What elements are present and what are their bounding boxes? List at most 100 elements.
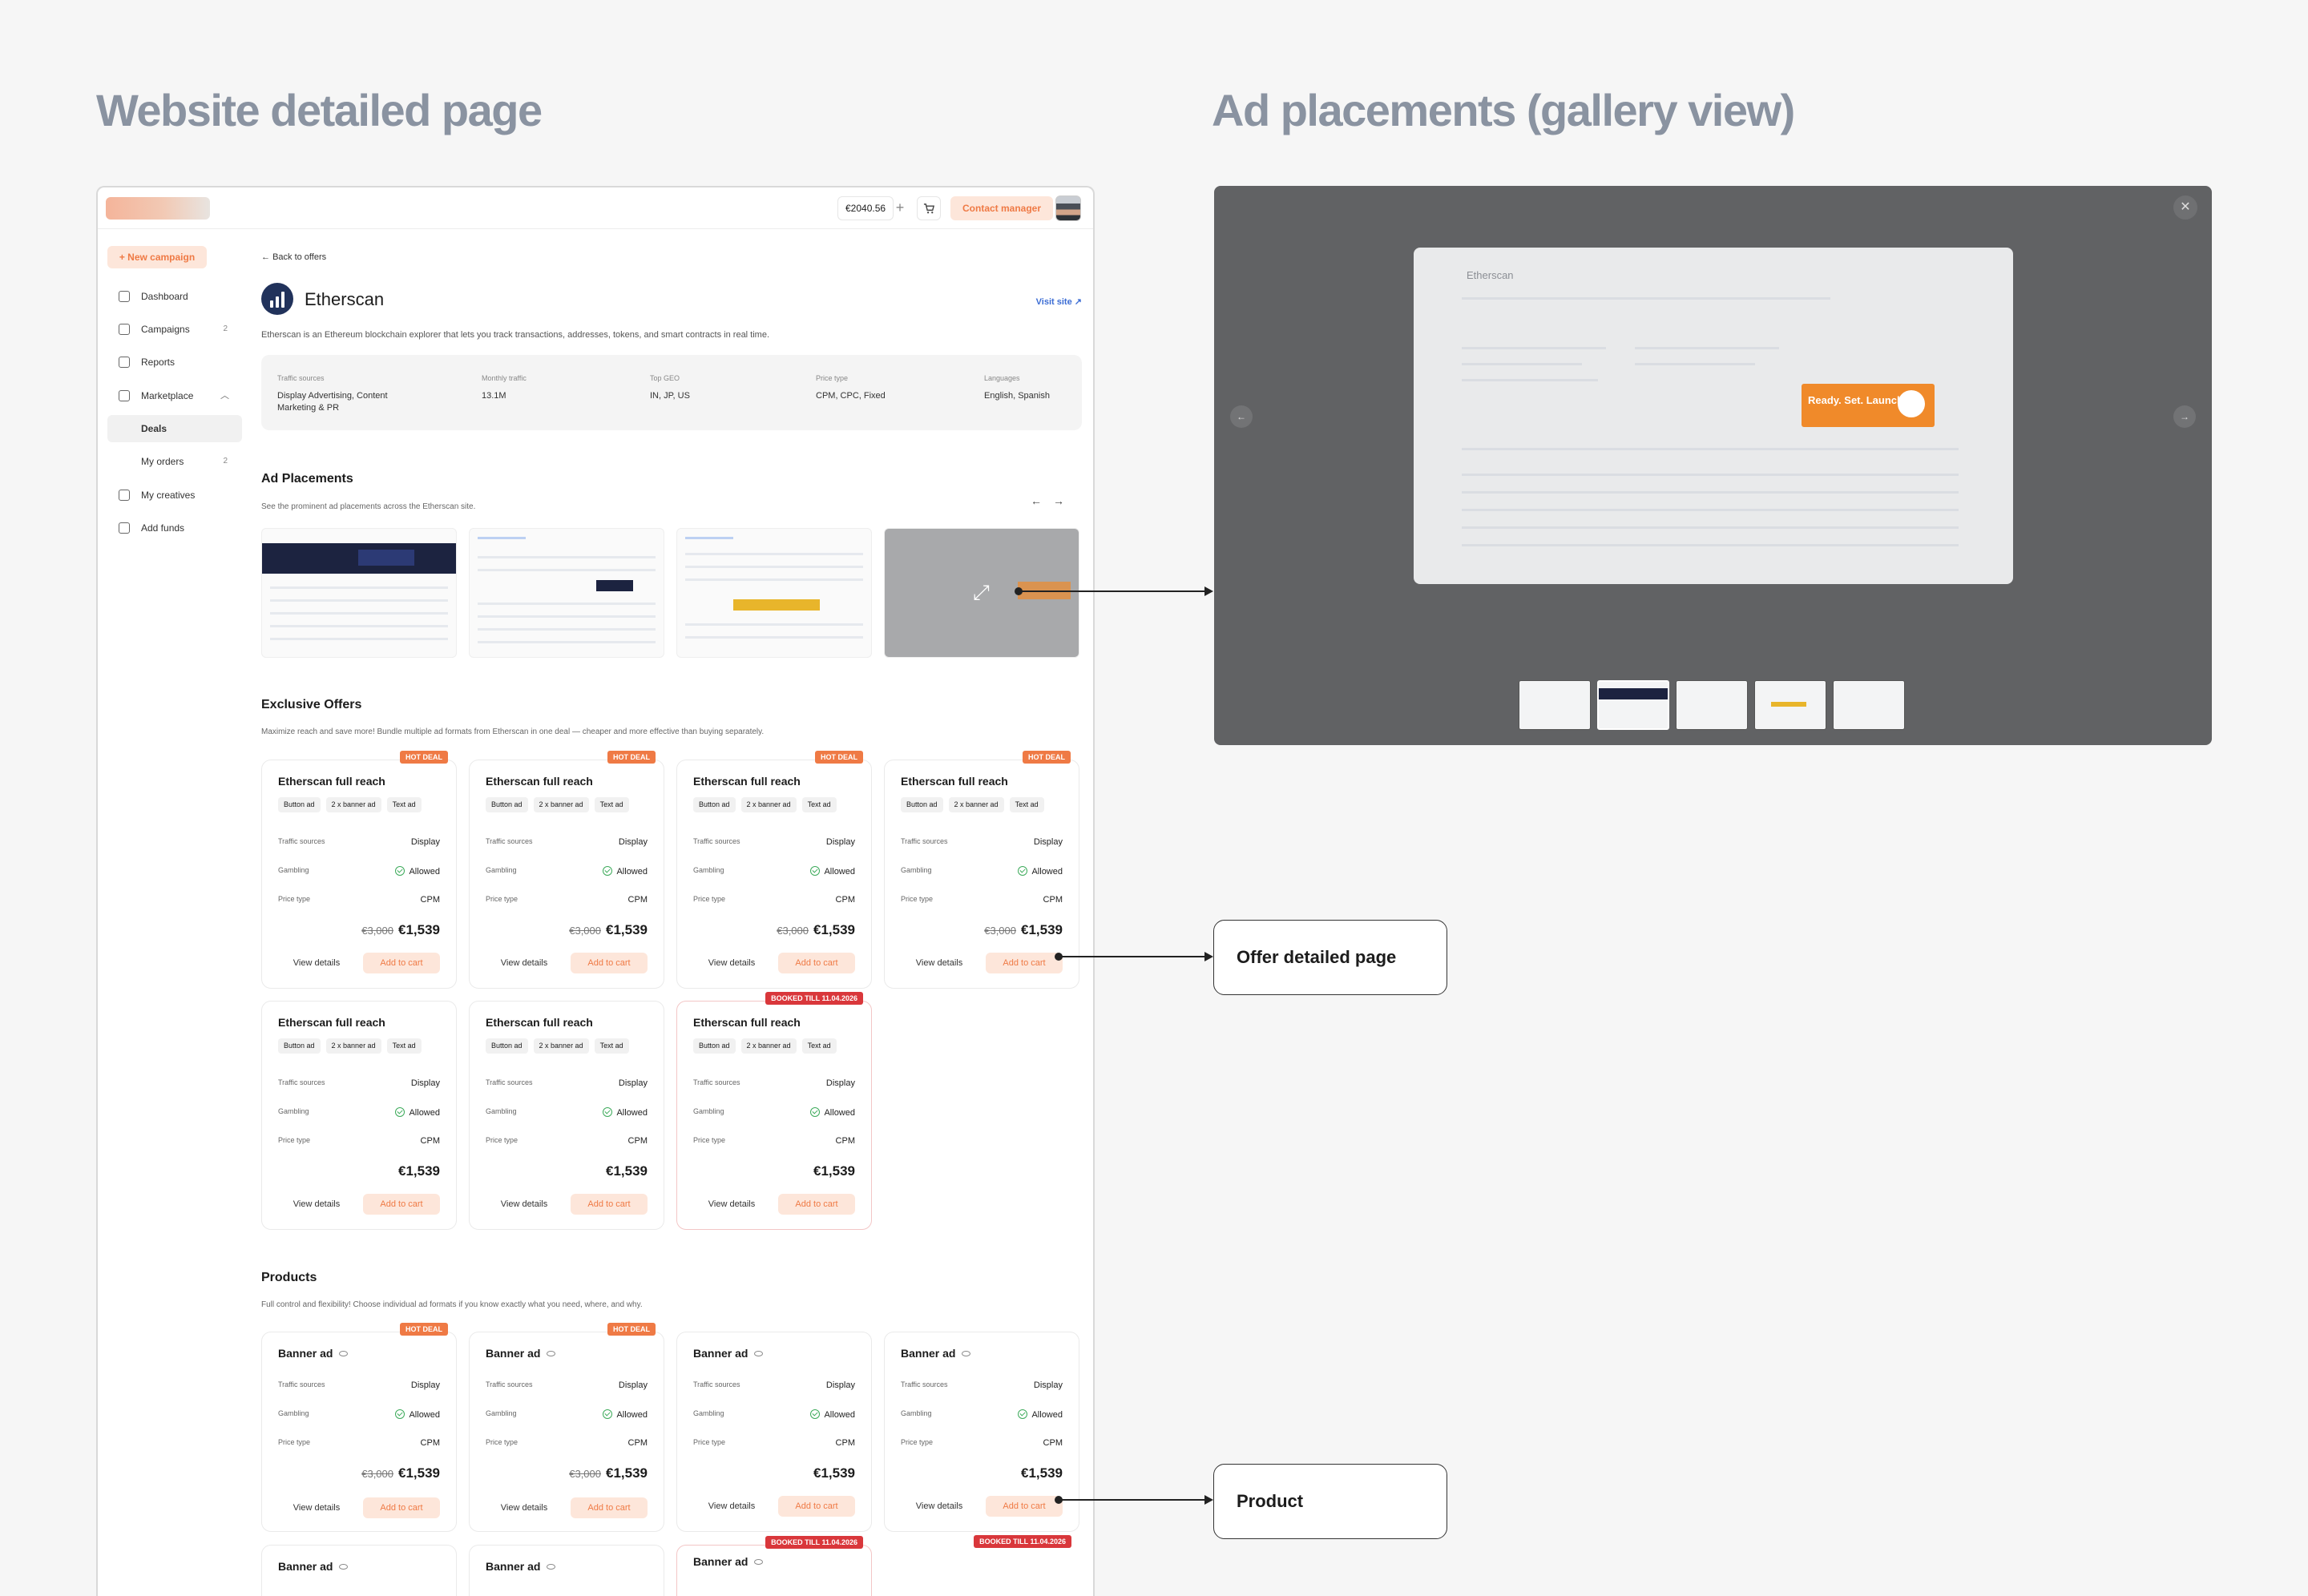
gallery-thumbnail[interactable] xyxy=(1519,680,1591,730)
chip: Text ad xyxy=(594,1038,629,1054)
view-details-button[interactable]: View details xyxy=(278,1194,355,1215)
product-card[interactable]: Banner ad xyxy=(469,1545,664,1596)
sidebar-item-campaigns[interactable]: Campaigns 2 xyxy=(107,316,242,343)
view-details-button[interactable]: View details xyxy=(486,1497,563,1518)
offer-card[interactable]: Etherscan full reach Button ad 2 x banner… xyxy=(261,1001,457,1230)
add-to-cart-button[interactable]: Add to cart xyxy=(571,1497,648,1518)
add-to-cart-button[interactable]: Add to cart xyxy=(571,953,648,973)
offer-card[interactable]: HOT DEAL Etherscan full reach Button ad 2… xyxy=(261,751,457,989)
placement-thumbnail[interactable] xyxy=(676,528,872,658)
chip: Button ad xyxy=(278,1038,321,1054)
view-details-button[interactable]: View details xyxy=(486,1194,563,1215)
eye-icon[interactable] xyxy=(547,1564,556,1570)
offer-card-booked[interactable]: BOOKED TILL 11.04.2026 Etherscan full re… xyxy=(676,992,872,1230)
product-card[interactable]: HOT DEAL Banner ad Traffic sources Displa… xyxy=(469,1323,664,1532)
eye-icon[interactable] xyxy=(962,1351,971,1356)
format-chips: Button ad 2 x banner ad Text ad xyxy=(486,797,629,812)
arrow-left-icon[interactable]: ← xyxy=(1031,494,1053,507)
sidebar-item-reports[interactable]: Reports xyxy=(107,349,242,376)
gallery-prev-arrow-icon[interactable]: ← xyxy=(1230,405,1253,428)
offer-card[interactable]: HOT DEAL Etherscan full reach Button ad 2… xyxy=(884,751,1079,989)
add-to-cart-button[interactable]: Add to cart xyxy=(778,953,855,973)
add-to-cart-button[interactable]: Add to cart xyxy=(778,1194,855,1215)
add-to-cart-button[interactable]: Add to cart xyxy=(571,1194,648,1215)
new-campaign-button[interactable]: + New campaign xyxy=(107,246,207,268)
add-to-cart-button[interactable]: Add to cart xyxy=(986,953,1063,973)
sidebar-item-dashboard[interactable]: Dashboard xyxy=(107,283,242,310)
expand-icon[interactable]: ⤢ xyxy=(973,582,990,603)
row-label: Traffic sources xyxy=(693,1380,740,1388)
add-to-cart-button[interactable]: Add to cart xyxy=(363,1497,440,1518)
gallery-next-arrow-icon[interactable]: → xyxy=(2173,405,2196,428)
product-card[interactable]: Banner ad xyxy=(261,1545,457,1596)
connector-line xyxy=(1059,1499,1204,1501)
sidebar-item-deals[interactable]: Deals xyxy=(107,415,242,442)
eye-icon[interactable] xyxy=(339,1351,349,1356)
visit-site-link[interactable]: Visit site ↗ xyxy=(1036,296,1082,307)
contact-manager-button[interactable]: Contact manager xyxy=(950,196,1054,220)
gallery-ad-banner: Ready. Set. Launch! xyxy=(1802,384,1935,427)
new-price: €1,539 xyxy=(398,1465,440,1481)
product-card[interactable]: Banner ad Traffic sources Display Gamblin… xyxy=(676,1332,872,1532)
product-card-booked[interactable]: BOOKED TILL 11.04.2026 Banner ad xyxy=(676,1536,872,1596)
allowed-text: Allowed xyxy=(409,867,440,877)
row-value: Allowed xyxy=(603,1409,648,1420)
offer-card[interactable]: HOT DEAL Etherscan full reach Button ad 2… xyxy=(676,751,872,989)
view-details-button[interactable]: View details xyxy=(901,953,978,973)
callout-offer-detailed-page: Offer detailed page xyxy=(1213,920,1447,995)
arrow-right-icon[interactable]: → xyxy=(1053,494,1075,507)
add-to-cart-button[interactable]: Add to cart xyxy=(986,1496,1063,1517)
balance-display[interactable]: €2040.56 xyxy=(837,196,894,220)
row-label: Price type xyxy=(486,1438,518,1446)
info-key: Languages xyxy=(984,374,1020,382)
placement-thumbnail-hover[interactable]: ⤢ xyxy=(884,528,1079,658)
user-avatar[interactable] xyxy=(1055,195,1081,221)
product-card[interactable]: Banner ad Traffic sources Display Gamblin… xyxy=(884,1332,1079,1532)
product-card[interactable]: HOT DEAL Banner ad Traffic sources Displa… xyxy=(261,1323,457,1532)
sidebar-item-add-funds[interactable]: Add funds xyxy=(107,514,242,542)
placement-thumbnail[interactable] xyxy=(469,528,664,658)
eye-icon[interactable] xyxy=(754,1351,764,1356)
gallery-thumbnail[interactable] xyxy=(1754,680,1826,730)
brand-logo[interactable] xyxy=(106,197,210,220)
eye-icon[interactable] xyxy=(547,1351,556,1356)
view-details-button[interactable]: View details xyxy=(278,953,355,973)
arrow-head xyxy=(1204,952,1213,961)
add-to-cart-button[interactable]: Add to cart xyxy=(363,953,440,973)
add-to-cart-button[interactable]: Add to cart xyxy=(363,1194,440,1215)
sidebar-item-marketplace[interactable]: Marketplace ︿ xyxy=(107,382,242,409)
traffic-row: Traffic sources Display xyxy=(486,1380,648,1392)
products-subtitle: Full control and flexibility! Choose ind… xyxy=(261,1300,643,1309)
view-details-button[interactable]: View details xyxy=(486,953,563,973)
view-details-button[interactable]: View details xyxy=(693,1496,770,1517)
traffic-row: Traffic sources Display xyxy=(278,1380,440,1392)
product-card-booked[interactable]: BOOKED TILL 11.04.2026 xyxy=(884,1535,1079,1596)
row-value: Allowed xyxy=(1018,1409,1063,1420)
sidebar-item-my-creatives[interactable]: My creatives xyxy=(107,482,242,509)
gallery-thumbnail[interactable] xyxy=(1833,680,1905,730)
row-value: CPM xyxy=(627,1438,648,1448)
view-details-button[interactable]: View details xyxy=(278,1497,355,1518)
offer-card[interactable]: HOT DEAL Etherscan full reach Button ad 2… xyxy=(469,751,664,989)
connector-line xyxy=(1019,590,1204,592)
eye-icon[interactable] xyxy=(754,1559,764,1565)
view-details-button[interactable]: View details xyxy=(901,1496,978,1517)
add-funds-plus-icon[interactable]: + xyxy=(890,196,910,220)
view-details-button[interactable]: View details xyxy=(693,1194,770,1215)
new-price: €1,539 xyxy=(398,922,440,937)
gallery-thumbnail-selected[interactable] xyxy=(1597,680,1669,730)
sidebar-item-my-orders[interactable]: My orders 2 xyxy=(107,448,242,475)
view-details-button[interactable]: View details xyxy=(693,953,770,973)
placement-thumbnail[interactable] xyxy=(261,528,457,658)
cart-button[interactable] xyxy=(917,196,941,220)
offer-card[interactable]: Etherscan full reach Button ad 2 x banner… xyxy=(469,1001,664,1230)
add-to-cart-button[interactable]: Add to cart xyxy=(778,1496,855,1517)
close-icon[interactable]: ✕ xyxy=(2173,195,2197,220)
back-to-offers-link[interactable]: ← Back to offers xyxy=(261,252,326,262)
chip: Button ad xyxy=(693,1038,736,1054)
eye-icon[interactable] xyxy=(339,1564,349,1570)
row-value: Display xyxy=(618,1078,648,1088)
heading-website-detailed-page: Website detailed page xyxy=(96,85,543,135)
product-name: Banner ad xyxy=(693,1347,748,1360)
gallery-thumbnail[interactable] xyxy=(1676,680,1748,730)
